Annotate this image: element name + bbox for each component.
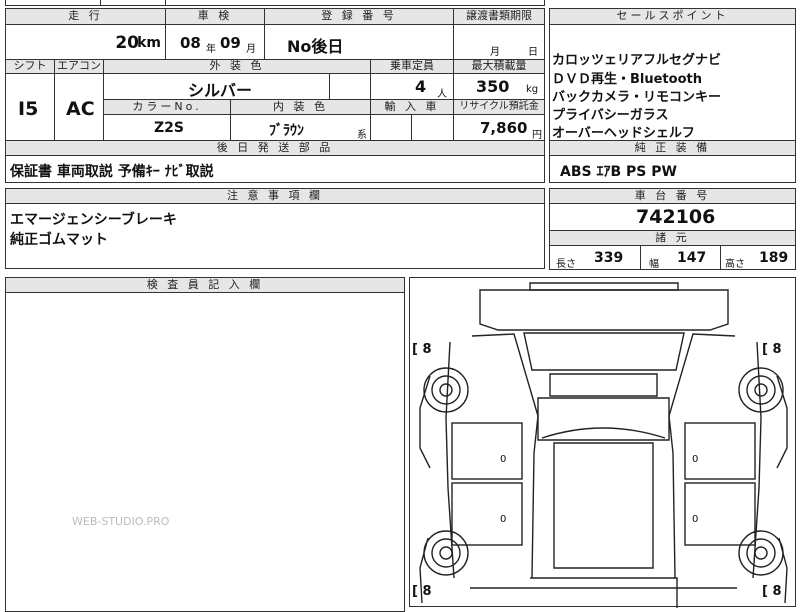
seat-mark-3: 0 (692, 454, 699, 465)
registration-header: 登 録 番 号 (264, 8, 454, 25)
month-unit: 月 (246, 44, 256, 55)
exterior-value: シルバー (188, 81, 253, 100)
interior-value: ﾌﾞﾗｳﾝ (269, 123, 304, 139)
registration-value: No後日 (287, 37, 344, 56)
recycle-value: 7,860 (480, 119, 528, 137)
length-value: 339 (594, 250, 624, 266)
chassis-cell: 742106 (549, 203, 796, 231)
import-cell-a (370, 114, 412, 141)
seat-mark-1: 0 (500, 454, 507, 465)
chassis-header: 車 台 番 号 (549, 188, 796, 204)
import-cell-b (411, 114, 454, 141)
watermark: WEB-STUDIO.PRO (72, 515, 170, 528)
genuine-equipment-header: 純 正 装 備 (549, 140, 796, 156)
sales-point-header: セールスポイント (549, 8, 796, 25)
transfer-cell: 月 日 (453, 24, 545, 60)
color-no-header: カラーNo. (103, 99, 231, 115)
mileage-cell: 20 km (5, 24, 166, 60)
max-load-cell: 350 kg (453, 73, 545, 100)
width-value: 147 (677, 250, 707, 266)
chassis-value: 742106 (636, 206, 716, 228)
year-unit: 年 (206, 44, 216, 55)
sales-point-2: ＤＶＤ再生・Bluetooth (552, 72, 702, 87)
recycle-cell: 7,860 円 (453, 114, 545, 141)
registration-cell: No後日 (264, 24, 454, 60)
aircon-value: AC (66, 98, 95, 120)
after-parts-value: 保証書 車両取説 予備ｷｰ ﾅﾋﾞ取説 (10, 164, 214, 180)
mileage-unit: km (137, 35, 161, 51)
genuine-equipment-value: ABS ｴｱB PS PW (560, 164, 677, 180)
specs-width-cell: 幅 147 (640, 245, 721, 270)
specs-height-cell: 高さ 189 (720, 245, 796, 270)
tire-label-front-left: [ 8 (412, 342, 432, 357)
exterior-cell: シルバー (103, 73, 330, 100)
interior-header: 内 装 色 (230, 99, 371, 115)
inspection-month: 09 (220, 34, 241, 52)
inspection-year: 08 (180, 34, 201, 52)
aircon-header: エアコン (54, 59, 104, 74)
color-no-cell: Z2S (103, 114, 231, 141)
exterior-extra-cell (329, 73, 371, 100)
length-label: 長さ (556, 259, 576, 270)
max-load-header: 最大積載量 (453, 59, 545, 74)
top-strip (5, 0, 545, 6)
vehicle-diagram (419, 282, 788, 608)
genuine-equipment-cell: ABS ｴｱB PS PW (549, 155, 796, 183)
mileage-value: 20 (115, 33, 139, 53)
height-label: 高さ (725, 259, 745, 270)
inspector-header: 検 査 員 記 入 欄 (5, 277, 405, 293)
sales-point-3: バックカメラ・リモコンキー (552, 90, 722, 105)
inspection-header: 車 検 (165, 8, 265, 25)
after-parts-header: 後 日 発 送 部 品 (5, 140, 545, 156)
recycle-header: リサイクル預託金 (453, 99, 545, 115)
inspector-box: WEB-STUDIO.PRO (5, 292, 405, 612)
transfer-deadline-header: 譲渡書類期限 (453, 8, 545, 25)
interior-cell: ﾌﾞﾗｳﾝ 系 (230, 114, 371, 141)
capacity-header: 乗車定員 (370, 59, 454, 74)
vehicle-diagram-box: [ 8 [ 8 [ 8 [ 8 0 0 0 0 (409, 277, 796, 608)
height-value: 189 (759, 250, 789, 266)
after-parts-cell: 保証書 車両取説 予備ｷｰ ﾅﾋﾞ取説 (5, 155, 545, 183)
specs-header: 諸 元 (549, 230, 796, 246)
seat-mark-2: 0 (500, 514, 507, 525)
interior-suffix: 系 (357, 130, 367, 141)
inspection-cell: 08 年 09 月 (165, 24, 265, 60)
transfer-month: 月 (490, 47, 500, 58)
sales-point-5: オーバーヘッドシェルフ (552, 126, 695, 141)
tire-label-rear-right: [ 8 (762, 584, 782, 599)
transfer-day: 日 (528, 47, 538, 58)
max-load-unit: kg (526, 84, 539, 95)
recycle-unit: 円 (532, 130, 542, 141)
tire-label-rear-left: [ 8 (412, 584, 432, 599)
capacity-unit: 人 (437, 89, 447, 100)
width-label: 幅 (649, 259, 659, 270)
capacity-cell: 4 人 (370, 73, 454, 100)
exterior-header: 外 装 色 (103, 59, 371, 74)
sales-point-4: プライバシーガラス (552, 108, 669, 123)
mileage-header: 走 行 (5, 8, 166, 25)
max-load-value: 350 (476, 77, 510, 96)
import-header: 輸 入 車 (370, 99, 454, 115)
shift-cell: I5 (5, 73, 55, 141)
capacity-value: 4 (415, 77, 427, 96)
shift-value: I5 (18, 98, 39, 120)
notes-line-2: 純正ゴムマット (10, 232, 108, 248)
sales-point-box: カロッツェリアフルセグナビ ＤＶＤ再生・Bluetooth バックカメラ・リモコ… (549, 24, 796, 141)
color-no-value: Z2S (154, 120, 184, 136)
seat-mark-4: 0 (692, 514, 699, 525)
notes-cell: エマージェンシーブレーキ 純正ゴムマット (5, 203, 545, 269)
shift-header: シフト (5, 59, 55, 74)
notes-line-1: エマージェンシーブレーキ (10, 212, 177, 228)
specs-length-cell: 長さ 339 (549, 245, 641, 270)
tire-label-front-right: [ 8 (762, 342, 782, 357)
sales-point-1: カロッツェリアフルセグナビ (552, 53, 722, 68)
notes-header: 注 意 事 項 欄 (5, 188, 545, 204)
aircon-cell: AC (54, 73, 104, 141)
